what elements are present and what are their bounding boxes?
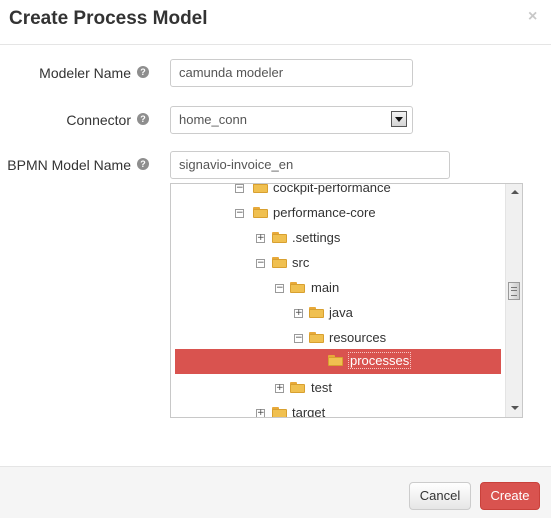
- collapse-icon[interactable]: −: [256, 259, 265, 268]
- folder-tree[interactable]: − cockpit-performance − performance-core…: [170, 183, 523, 418]
- close-icon[interactable]: ×: [528, 8, 537, 26]
- create-button[interactable]: Create: [480, 482, 540, 510]
- tree-item[interactable]: − src: [171, 251, 504, 276]
- tree-item[interactable]: + java: [171, 301, 504, 326]
- tree-item-label: processes: [348, 352, 412, 369]
- tree-item[interactable]: − resources: [171, 326, 504, 351]
- dialog-title: Create Process Model: [9, 8, 208, 29]
- scroll-down-icon[interactable]: [511, 406, 519, 410]
- scroll-up-icon[interactable]: [511, 190, 519, 194]
- tree-item[interactable]: − performance-core: [171, 201, 504, 226]
- folder-open-icon: [253, 207, 268, 218]
- tree-item-label: .settings: [292, 230, 341, 245]
- folder-open-icon: [328, 355, 343, 366]
- tree-item[interactable]: + target: [171, 401, 504, 418]
- tree-item-label: performance-core: [273, 205, 376, 220]
- help-icon[interactable]: ?: [137, 158, 149, 170]
- folder-icon: [309, 307, 324, 318]
- folder-open-icon: [309, 332, 324, 343]
- folder-icon: [272, 232, 287, 243]
- bpmn-model-name-input[interactable]: signavio-invoice_en: [170, 151, 450, 179]
- tree-scrollbar[interactable]: [505, 184, 522, 417]
- connector-select[interactable]: home_conn: [170, 106, 413, 134]
- expand-icon[interactable]: +: [256, 234, 265, 243]
- collapse-icon[interactable]: −: [235, 209, 244, 218]
- help-icon[interactable]: ?: [137, 113, 149, 125]
- tree-item-label: java: [329, 305, 353, 320]
- tree-item[interactable]: − cockpit-performance: [171, 183, 504, 201]
- tree-item-label: cockpit-performance: [273, 183, 391, 195]
- folder-open-icon: [290, 282, 305, 293]
- tree-item-label: target: [292, 405, 326, 418]
- modeler-name-label: Modeler Name: [39, 65, 131, 81]
- expand-icon[interactable]: +: [275, 384, 284, 393]
- collapse-icon[interactable]: −: [294, 334, 303, 343]
- collapse-icon[interactable]: −: [275, 284, 284, 293]
- tree-item[interactable]: − main: [171, 276, 504, 301]
- bpmn-model-name-label: BPMN Model Name: [7, 157, 131, 173]
- help-icon[interactable]: ?: [137, 66, 149, 78]
- dialog-header: Create Process Model ×: [0, 0, 551, 45]
- tree-item[interactable]: + test: [171, 376, 504, 401]
- tree-item-label: src: [292, 255, 310, 270]
- folder-open-icon: [253, 184, 268, 193]
- tree-item-selected[interactable]: processes: [175, 349, 501, 374]
- scroll-thumb[interactable]: [508, 282, 520, 300]
- chevron-down-icon[interactable]: [391, 111, 407, 127]
- folder-icon: [290, 382, 305, 393]
- dialog-footer: Cancel Create: [0, 466, 551, 518]
- collapse-icon[interactable]: −: [235, 184, 244, 193]
- cancel-button[interactable]: Cancel: [409, 482, 471, 510]
- expand-icon[interactable]: +: [294, 309, 303, 318]
- tree-item-label: test: [311, 380, 332, 395]
- modeler-name-input[interactable]: camunda modeler: [170, 59, 413, 87]
- connector-label: Connector: [66, 112, 131, 128]
- tree-item-label: resources: [329, 330, 387, 345]
- tree-item[interactable]: + .settings: [171, 226, 504, 251]
- folder-icon: [272, 407, 287, 417]
- expand-icon[interactable]: +: [256, 409, 265, 417]
- folder-open-icon: [272, 257, 287, 268]
- tree-item-label: main: [311, 280, 340, 295]
